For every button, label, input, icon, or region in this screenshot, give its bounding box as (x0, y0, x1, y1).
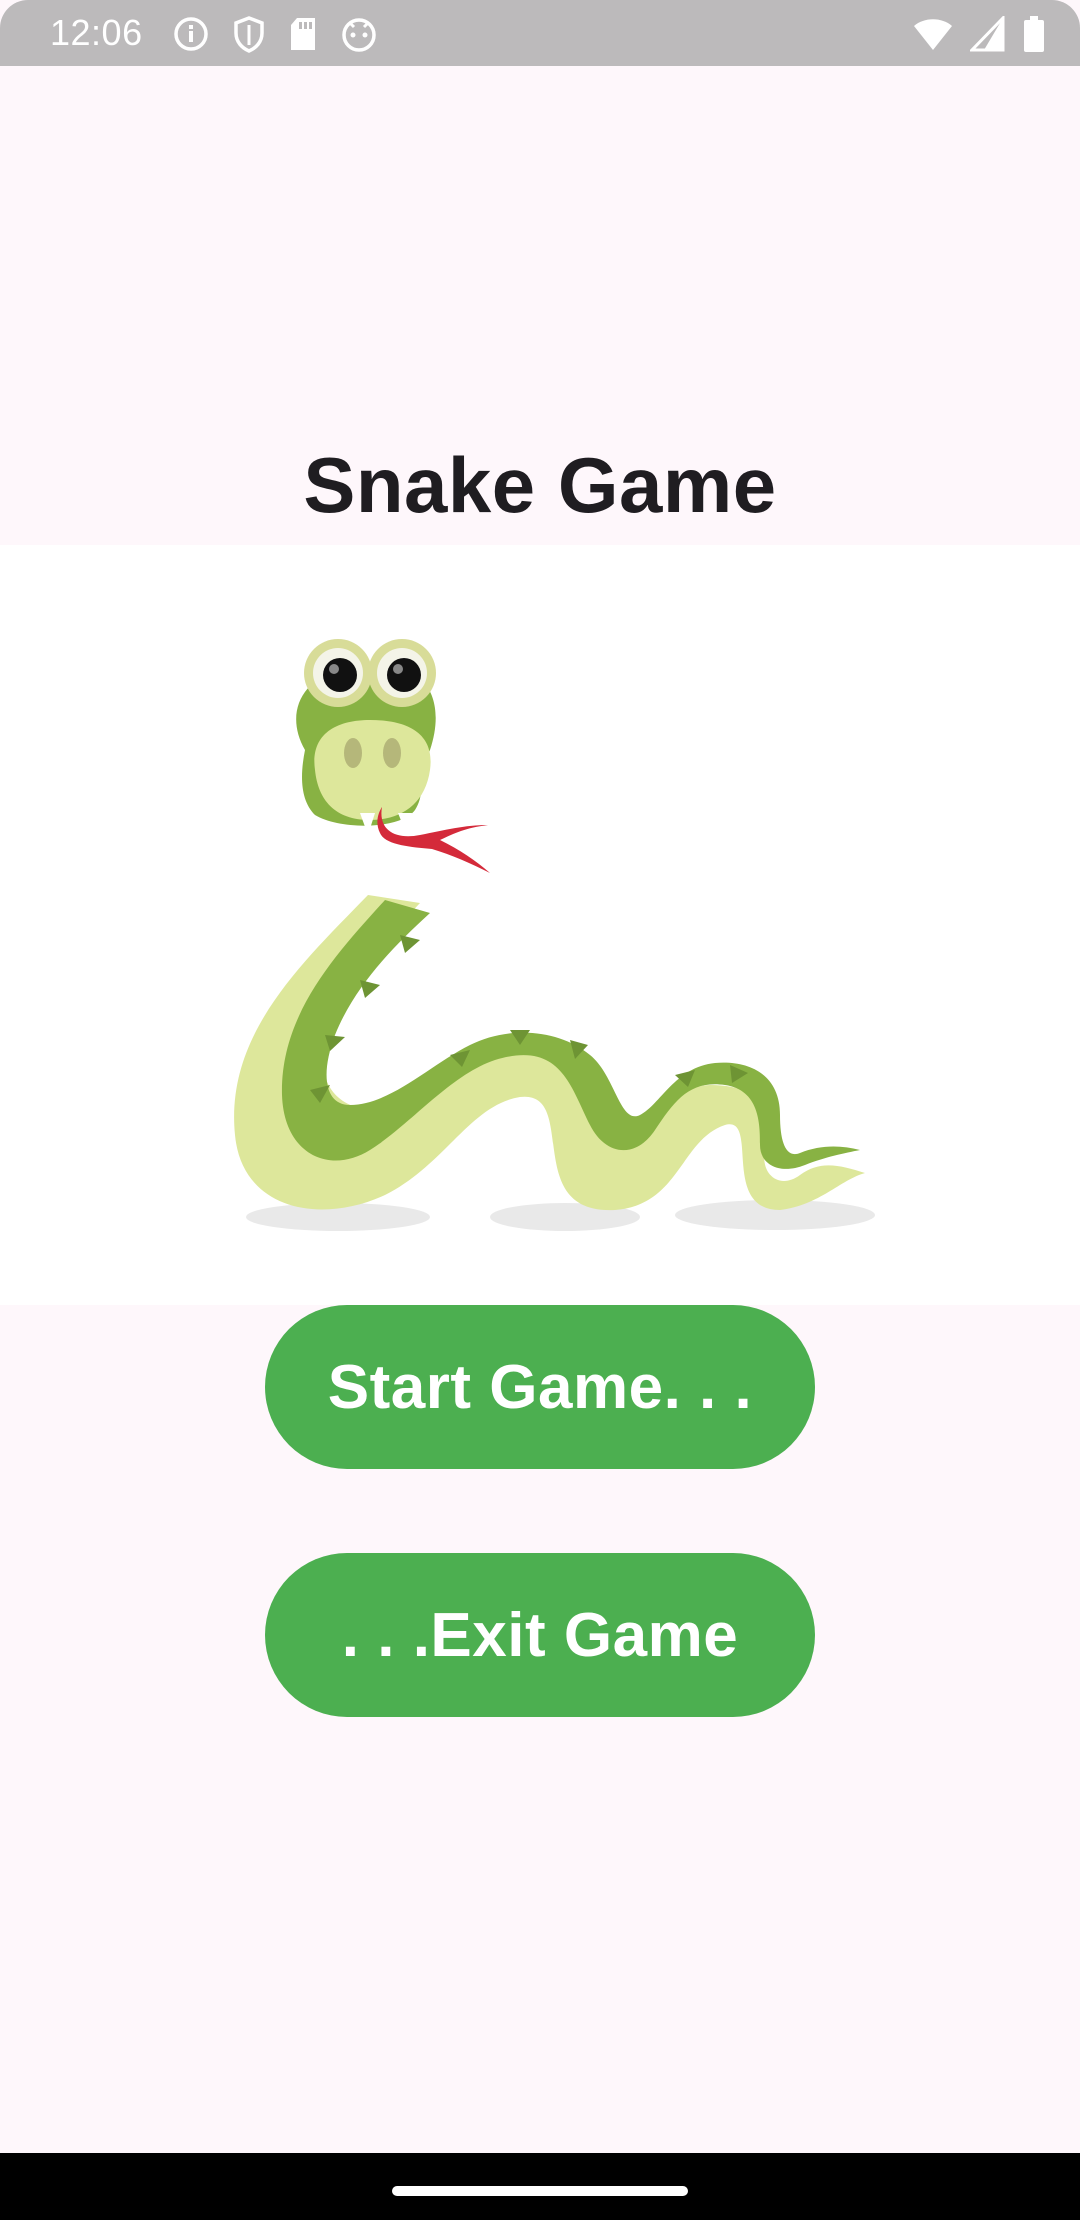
home-gesture-handle[interactable] (392, 2186, 688, 2196)
battery-icon (1022, 15, 1046, 53)
status-time: 12:06 (50, 12, 143, 53)
android-face-icon (340, 15, 378, 53)
page-title: Snake Game (303, 441, 777, 529)
snake-image-container (0, 545, 1080, 1305)
start-game-button[interactable]: Start Game. . . (265, 1305, 815, 1469)
shield-icon (232, 15, 266, 53)
status-icons-left (172, 14, 378, 54)
wifi-icon (912, 16, 954, 52)
info-icon (172, 15, 210, 53)
status-icons-right (912, 14, 1046, 54)
cellular-signal-icon (970, 16, 1006, 52)
app-screen: 12:06 Snake Game Start Game. . . . . .Ex… (0, 0, 1080, 2220)
status-bar: 12:06 (0, 0, 1080, 66)
exit-game-button[interactable]: . . .Exit Game (265, 1553, 815, 1717)
sd-card-icon (288, 15, 318, 53)
snake-illustration (234, 639, 875, 1231)
